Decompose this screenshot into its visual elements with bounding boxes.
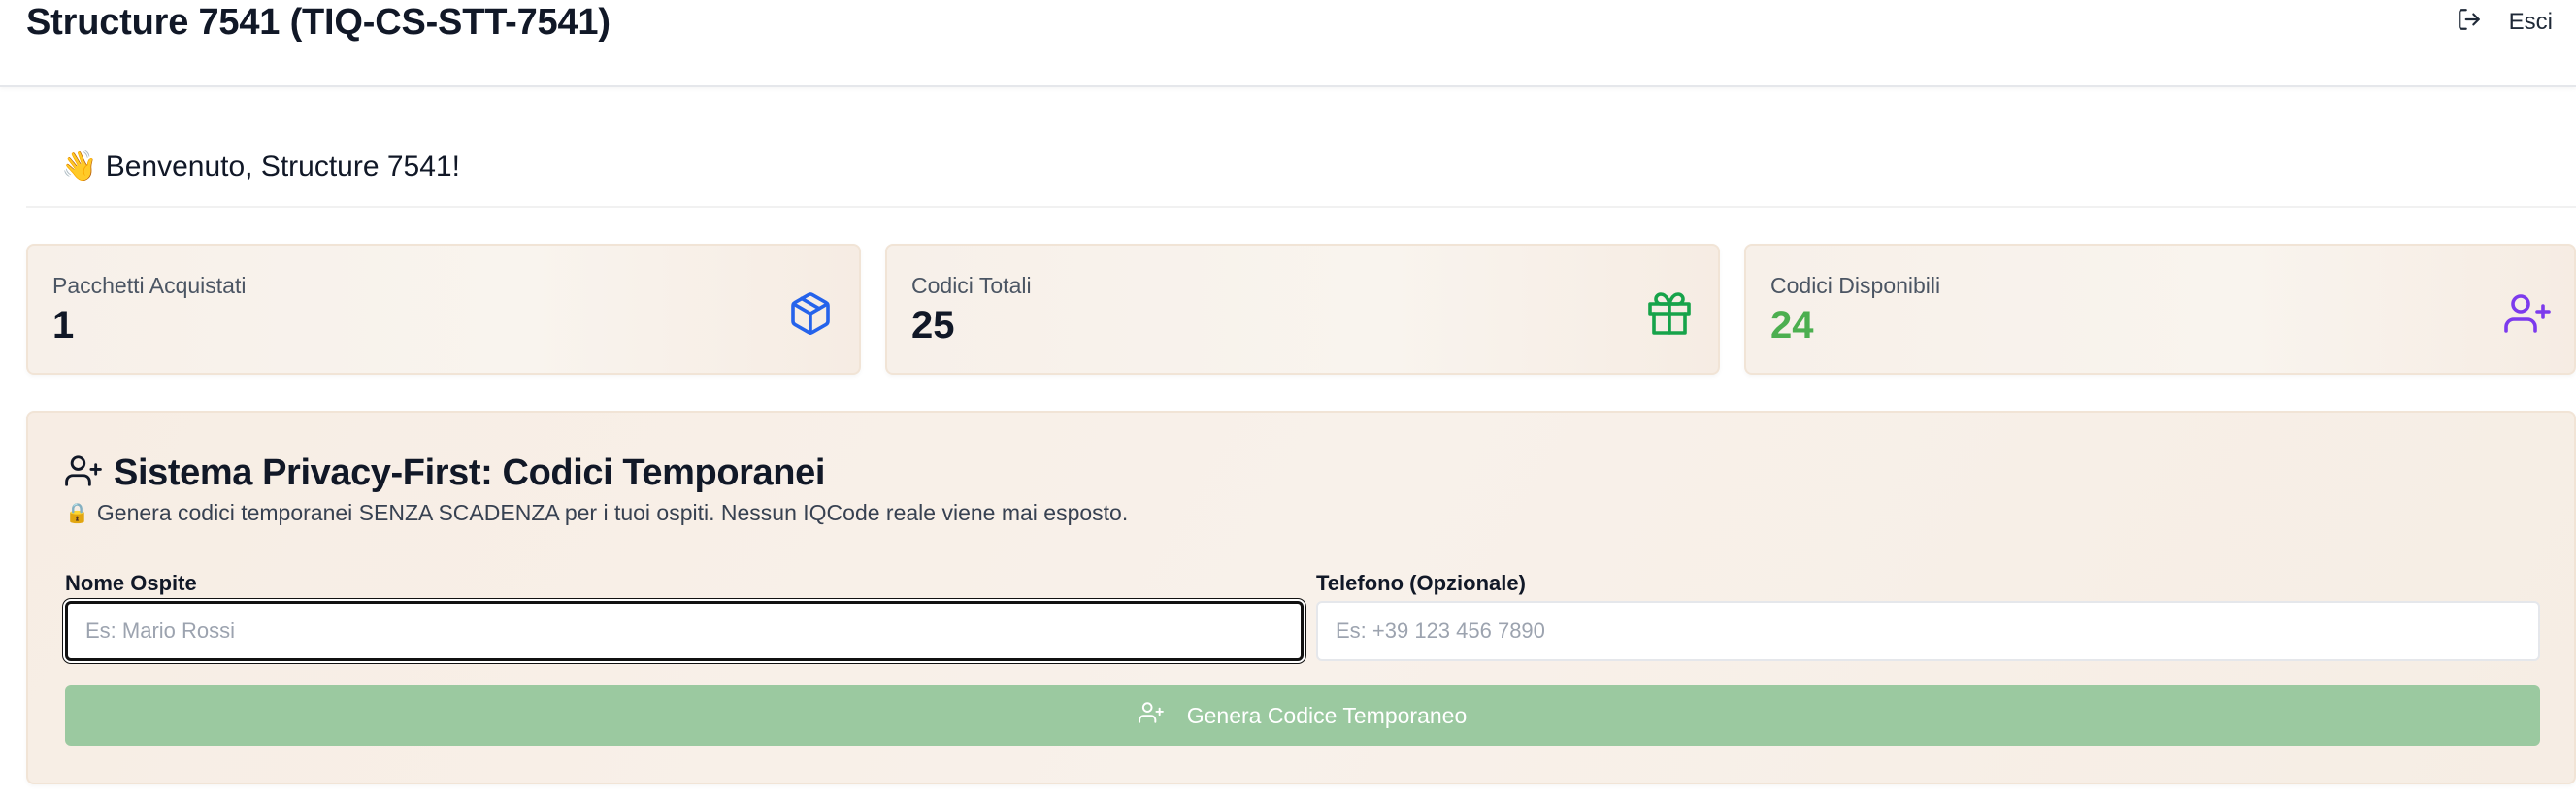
user-plus-icon [1138,700,1164,731]
stat-value: 25 [911,304,955,347]
stat-label: Codici Totali [911,273,1032,298]
temporary-codes-panel: Sistema Privacy-First: Codici Temporanei… [26,411,2576,784]
top-bar: Structure 7541 (TIQ-CS-STT-7541) Esci [0,0,2576,87]
generate-code-label: Genera Codice Temporaneo [1186,702,1468,728]
logout-label: Esci [2508,9,2553,35]
generate-code-button[interactable]: Genera Codice Temporaneo [65,685,2540,746]
panel-heading: Sistema Privacy-First: Codici Temporanei [65,449,825,497]
stat-value: 24 [1770,304,1814,347]
panel-subtitle: Genera codici temporanei SENZA SCADENZA … [96,500,1129,525]
welcome-text: Benvenuto, Structure 7541! [105,150,460,183]
stat-label: Codici Disponibili [1770,273,1941,298]
logout-icon [2457,7,2482,39]
user-plus-icon [65,452,102,494]
guest-name-input[interactable] [65,601,1304,661]
guest-name-label: Nome Ospite [65,571,197,595]
phone-input[interactable] [1316,601,2540,661]
gift-icon [1646,290,1693,337]
stat-card-packages: Pacchetti Acquistati 1 [26,244,861,375]
package-icon [787,290,834,337]
panel-title: Sistema Privacy-First: Codici Temporanei [114,451,825,493]
stat-label: Pacchetti Acquistati [52,273,247,298]
stat-value: 1 [52,304,75,347]
panel-description: 🔒 Genera codici temporanei SENZA SCADENZ… [65,500,1128,526]
user-plus-icon [2504,290,2551,337]
waving-hand-icon: 👋 [61,150,98,183]
lock-icon: 🔒 [65,503,89,524]
welcome-message: 👋 Benvenuto, Structure 7541! [61,148,460,186]
phone-label: Telefono (Opzionale) [1316,571,1526,595]
welcome-banner: 👋 Benvenuto, Structure 7541! [26,124,2576,208]
stat-card-total-codes: Codici Totali 25 [885,244,1720,375]
stat-card-available-codes: Codici Disponibili 24 [1744,244,2576,375]
logout-button[interactable]: Esci [2457,6,2553,39]
page-title: Structure 7541 (TIQ-CS-STT-7541) [26,2,611,43]
